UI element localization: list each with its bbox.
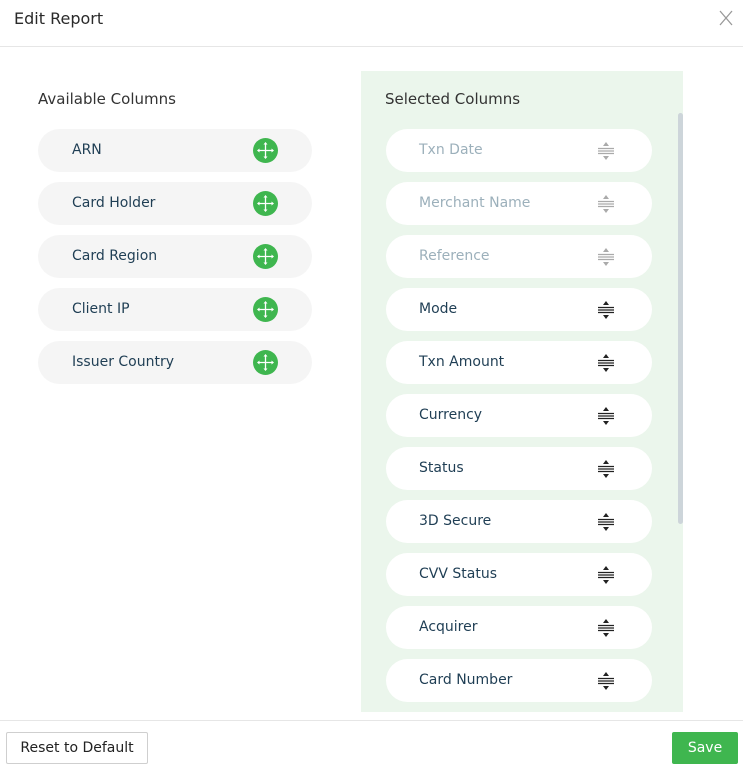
column-label: ARN (72, 142, 102, 158)
selected-column-item[interactable]: CVV Status (386, 553, 652, 596)
drag-sort-icon[interactable] (597, 353, 615, 373)
column-label: Acquirer (419, 619, 478, 635)
column-label: 3D Secure (419, 513, 492, 529)
add-column-button[interactable] (253, 297, 278, 322)
selected-column-item: Txn Date (386, 129, 652, 172)
modal-title: Edit Report (14, 9, 104, 28)
drag-sort-icon[interactable] (597, 512, 615, 532)
close-icon[interactable] (719, 10, 733, 26)
selected-column-item[interactable]: Currency (386, 394, 652, 437)
drag-sort-icon (598, 142, 614, 160)
add-column-button[interactable] (253, 138, 278, 163)
add-column-button[interactable] (253, 244, 278, 269)
column-label: Txn Amount (419, 354, 505, 370)
available-column-item[interactable]: Card Region (38, 235, 312, 278)
column-label: Card Number (419, 672, 513, 688)
column-label: Currency (419, 407, 483, 423)
selected-column-item[interactable]: Card Number (386, 659, 652, 702)
drag-sort-icon[interactable] (597, 459, 615, 479)
drag-sort-icon (598, 195, 614, 213)
column-label: Card Holder (72, 195, 156, 211)
selected-column-item[interactable]: Acquirer (386, 606, 652, 649)
selected-column-item[interactable]: Mode (386, 288, 652, 331)
drag-sort-icon[interactable] (597, 618, 615, 638)
column-label: Mode (419, 301, 458, 317)
drag-sort-icon (598, 248, 614, 266)
column-label: CVV Status (419, 566, 497, 582)
selected-column-item[interactable]: 3D Secure (386, 500, 652, 543)
drag-sort-icon[interactable] (597, 300, 615, 320)
modal-header: Edit Report (0, 0, 743, 47)
available-columns-title: Available Columns (38, 90, 176, 108)
add-column-button[interactable] (253, 191, 278, 216)
selected-column-item[interactable]: Txn Amount (386, 341, 652, 384)
available-column-item[interactable]: ARN (38, 129, 312, 172)
available-column-item[interactable]: Issuer Country (38, 341, 312, 384)
selected-column-item: Reference (386, 235, 652, 278)
save-button[interactable]: Save (672, 732, 738, 764)
column-label: Reference (419, 248, 490, 264)
column-label: Status (419, 460, 464, 476)
move-arrows-icon (257, 195, 274, 212)
column-label: Client IP (72, 301, 130, 317)
drag-sort-icon[interactable] (597, 671, 615, 691)
move-arrows-icon (257, 354, 274, 371)
available-column-item[interactable]: Client IP (38, 288, 312, 331)
drag-sort-icon[interactable] (597, 406, 615, 426)
column-label: Issuer Country (72, 354, 175, 370)
reset-to-default-button[interactable]: Reset to Default (6, 732, 148, 764)
scrollbar[interactable] (678, 113, 683, 524)
selected-column-item[interactable]: Status (386, 447, 652, 490)
available-column-item[interactable]: Card Holder (38, 182, 312, 225)
selected-column-item: Merchant Name (386, 182, 652, 225)
column-label: Card Region (72, 248, 158, 264)
drag-sort-icon[interactable] (597, 565, 615, 585)
move-arrows-icon (257, 248, 274, 265)
move-arrows-icon (257, 301, 274, 318)
column-label: Txn Date (419, 142, 483, 158)
column-label: Merchant Name (419, 195, 531, 211)
move-arrows-icon (257, 142, 274, 159)
selected-columns-title: Selected Columns (385, 90, 521, 108)
add-column-button[interactable] (253, 350, 278, 375)
